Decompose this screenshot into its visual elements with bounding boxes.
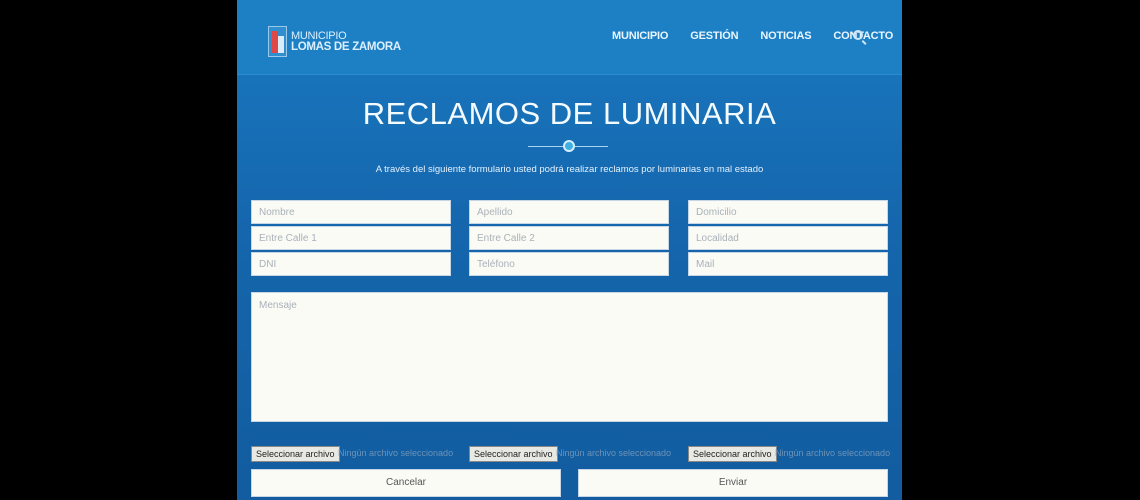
mail-field[interactable] bbox=[688, 252, 888, 276]
telefono-field[interactable] bbox=[469, 252, 669, 276]
file-status-1: Ningún archivo seleccionado bbox=[338, 448, 454, 458]
nav-item-noticias[interactable]: NOTICIAS bbox=[760, 30, 811, 42]
cancel-button[interactable]: Cancelar bbox=[251, 469, 561, 497]
nombre-field[interactable] bbox=[251, 200, 451, 224]
divider-dot-icon bbox=[563, 140, 575, 152]
entre-calle-1-field[interactable] bbox=[251, 226, 451, 250]
dni-field[interactable] bbox=[251, 252, 451, 276]
localidad-field[interactable] bbox=[688, 226, 888, 250]
page-subtitle: A través del siguiente formulario usted … bbox=[375, 164, 764, 175]
nav-item-gestion[interactable]: GESTIÓN bbox=[690, 30, 738, 42]
logo-mark-icon bbox=[268, 26, 287, 57]
page: MUNICIPIO LOMAS DE ZAMORA MUNICIPIO GEST… bbox=[237, 0, 902, 500]
nav-item-municipio[interactable]: MUNICIPIO bbox=[612, 30, 668, 42]
mensaje-textarea[interactable] bbox=[251, 292, 888, 422]
file-status-2: Ningún archivo seleccionado bbox=[556, 448, 672, 458]
logo-line1: MUNICIPIO bbox=[291, 29, 347, 42]
file-button-2[interactable]: Seleccionar archivo bbox=[469, 446, 558, 462]
domicilio-field[interactable] bbox=[688, 200, 888, 224]
file-button-3[interactable]: Seleccionar archivo bbox=[688, 446, 777, 462]
apellido-field[interactable] bbox=[469, 200, 669, 224]
submit-button[interactable]: Enviar bbox=[578, 469, 888, 497]
municipio-logo[interactable]: MUNICIPIO LOMAS DE ZAMORA bbox=[268, 26, 401, 57]
page-title: RECLAMOS DE LUMINARIA bbox=[362, 96, 777, 131]
logo-line2: LOMAS DE ZAMORA bbox=[291, 40, 401, 53]
site-header: MUNICIPIO LOMAS DE ZAMORA MUNICIPIO GEST… bbox=[237, 0, 902, 75]
search-icon[interactable] bbox=[853, 30, 863, 40]
file-status-3: Ningún archivo seleccionado bbox=[775, 448, 891, 458]
entre-calle-2-field[interactable] bbox=[469, 226, 669, 250]
file-button-1[interactable]: Seleccionar archivo bbox=[251, 446, 340, 462]
